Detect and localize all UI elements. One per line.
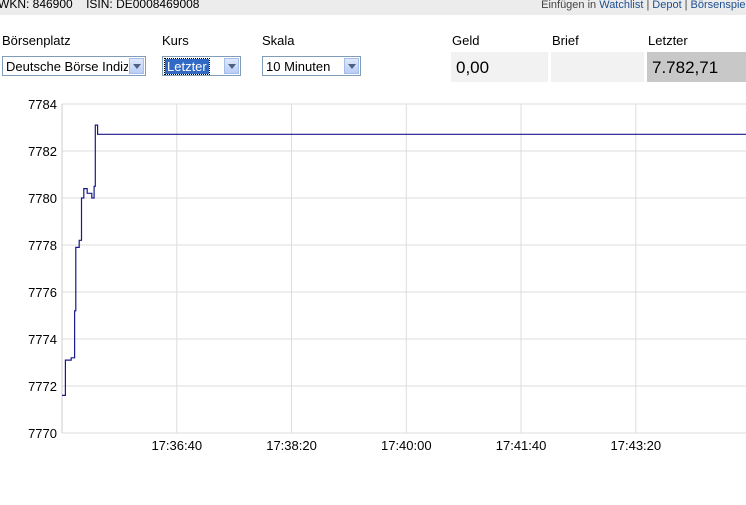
y-tick-label: 7772 — [28, 379, 57, 394]
ask-label: Brief — [552, 33, 579, 48]
price-type-select[interactable]: Letzter — [162, 56, 241, 76]
scale-label: Skala — [262, 33, 295, 48]
chevron-down-icon[interactable] — [129, 58, 144, 74]
last-label: Letzter — [648, 33, 688, 48]
bid-label: Geld — [452, 33, 480, 48]
x-tick-label: 17:41:40 — [496, 438, 547, 453]
exchange-label: Börsenplatz — [2, 33, 71, 48]
insert-label: Einfügen in — [541, 0, 597, 11]
price-type-label: Kurs — [162, 33, 189, 48]
exchange-select-value: Deutsche Börse Indizes — [6, 59, 128, 74]
price-series-line — [62, 124, 746, 396]
x-tick-label: 17:43:20 — [611, 438, 662, 453]
y-tick-label: 7774 — [28, 332, 57, 347]
last-value: 7.782,71 — [652, 58, 719, 77]
y-tick-label: 7770 — [28, 426, 57, 441]
x-tick-label: 17:38:20 — [266, 438, 317, 453]
y-tick-label: 7784 — [28, 97, 57, 112]
exchange-select[interactable]: Deutsche Börse Indizes — [2, 56, 146, 76]
depot-link[interactable]: Depot — [652, 0, 681, 11]
chevron-down-icon[interactable] — [224, 58, 239, 74]
last-value-box: 7.782,71 — [647, 52, 746, 82]
bid-value: 0,00 — [456, 58, 490, 77]
watchlist-link[interactable]: Watchlist — [599, 0, 643, 11]
ask-value-box — [551, 52, 644, 82]
price-type-select-value: Letzter — [164, 58, 210, 75]
x-tick-label: 17:36:40 — [151, 438, 202, 453]
price-chart: 7770 7772 7774 7776 7778 7780 7782 7784 17:36:40… — [28, 97, 746, 453]
x-tick-label: 17:40:00 — [381, 438, 432, 453]
isin-text: ISIN: DE0008469008 — [86, 0, 200, 11]
boersenspiel-link[interactable]: Börsenspiel — [691, 0, 746, 11]
y-tick-label: 7776 — [28, 285, 57, 300]
scale-select[interactable]: 10 Minuten — [262, 56, 361, 76]
insert-links: Einfügen in Watchlist | Depot | Börsenspiel — [541, 0, 746, 11]
wkn-text: WKN: 846900 — [0, 0, 73, 11]
y-tick-label: 7780 — [28, 191, 57, 206]
scale-select-value: 10 Minuten — [266, 59, 331, 74]
y-tick-label: 7782 — [28, 144, 57, 159]
security-ids: WKN: 846900 ISIN: DE0008469008 — [0, 0, 209, 10]
chevron-down-icon[interactable] — [344, 58, 359, 74]
bid-value-box: 0,00 — [451, 52, 548, 82]
top-info-bar: WKN: 846900 ISIN: DE0008469008 Einfügen … — [0, 0, 746, 15]
y-tick-label: 7778 — [28, 238, 57, 253]
